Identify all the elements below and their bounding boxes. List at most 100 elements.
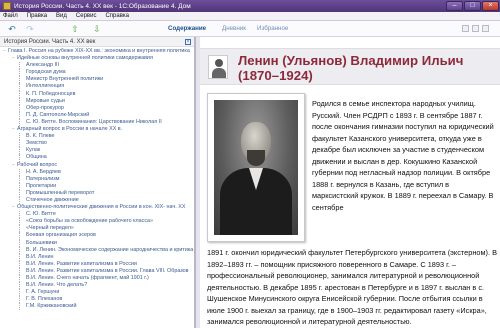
tree-item-label: Мировые судьи	[26, 97, 65, 104]
tree-item[interactable]: Большевики	[0, 239, 194, 247]
menu-view[interactable]: Вид	[56, 13, 67, 19]
tree-item-label: Стачечное движение	[26, 196, 79, 203]
menu-file[interactable]: Файл	[3, 13, 18, 19]
tree-item-label: Министр Внутренней политики	[26, 76, 104, 83]
back-arrow-icon[interactable]: ↶	[7, 24, 17, 34]
tree-item[interactable]: − Глава I. Россия на рубеже XIX-XX вв.: э…	[0, 48, 194, 55]
article-text-body: 1891 г. окончил юридический факультет Пе…	[207, 248, 497, 326]
tree-item-label: В.И. Ленин. Счего начать (фрагмент, май …	[26, 275, 149, 281]
tree-item[interactable]: Г. А. Гершуни	[0, 289, 194, 297]
tree-item-label: Большевики	[26, 239, 57, 246]
tree-item[interactable]: С. Ю. Витте. Воспоминания: Царствование …	[0, 118, 194, 127]
tree-item[interactable]: − Аграрный вопрос в России в начале XX в.	[0, 126, 194, 133]
tree-item[interactable]: В. К. Плеве	[0, 133, 194, 141]
tree-item[interactable]: Промышленный переворот	[0, 189, 194, 197]
settings-icon[interactable]	[482, 25, 489, 32]
tree-item[interactable]: Боевая организация эсеров	[0, 232, 194, 240]
forward-arrow-icon[interactable]: ↷	[25, 24, 35, 34]
menu-edit[interactable]: Правка	[27, 13, 47, 19]
tree-item-label: В. И. Ленин. Экономическое содержание на…	[26, 246, 194, 253]
app-icon	[3, 2, 11, 10]
tree-item-label: Общественно-политические движения в Росс…	[17, 204, 186, 211]
tree-item-label: Промышленный переворот	[26, 189, 95, 196]
tree-item-label: С. Ю. Витте. Воспоминания: Царствование …	[26, 118, 162, 125]
tree-item[interactable]: В. И. Ленин. Экономическое содержание на…	[0, 246, 194, 254]
article-text-intro: Родился в семье инспектора народных учил…	[312, 99, 494, 212]
tree-item[interactable]: − Общественно-политические движения в Рос…	[0, 204, 194, 211]
tree-item[interactable]: В.И. Ленин	[0, 253, 194, 261]
tree-item[interactable]: Мировые судьи	[0, 97, 194, 105]
tree-item[interactable]: П. Д. Святополк-Мирский	[0, 111, 194, 119]
close-icon[interactable]: ×	[185, 39, 191, 45]
tree-item[interactable]: В.И. Ленин. Развитие капитализма в Росси…	[0, 267, 194, 275]
tree-item-label: Боевая организация эсеров	[26, 232, 96, 239]
close-button[interactable]: ×	[482, 1, 499, 11]
tree-item-label: «Союз борьбы за освобождение рабочего кл…	[26, 218, 154, 225]
tree-item[interactable]: Министр Внутренней политики	[0, 76, 194, 84]
tree-item-label: Рабочий вопрос	[17, 161, 58, 168]
tree-item[interactable]: Городская дума	[0, 69, 194, 77]
tree-item-label: «Черный передел»	[26, 225, 74, 232]
tree-item-label: В.И. Ленин	[26, 253, 54, 260]
tree-item-label: В.И. Ленин. Что делать?	[26, 282, 88, 289]
contents-tree: − Глава I. Россия на рубеже XIX-XX вв.: э…	[0, 47, 194, 311]
tree-item-label: Г.М. Кржижановский	[26, 303, 77, 310]
sidebar-header: История России. Часть 4. XX век ×	[0, 37, 194, 47]
window-title: История России. Часть 4. XX век - 1С:Обр…	[14, 2, 191, 10]
menu-bar: Файл Правка Вид Сервис Справка	[0, 12, 500, 21]
tree-item[interactable]: Александр III	[0, 62, 194, 70]
tree-item-label: Г. В. Плеханов	[26, 296, 63, 303]
tree-item[interactable]: Кулак	[0, 147, 194, 155]
tab-contents[interactable]: Содержание	[168, 25, 206, 32]
tree-item[interactable]: Н. А. Бердяев	[0, 168, 194, 176]
tree-item[interactable]: Г.М. Кржижановский	[0, 303, 194, 311]
tree-item-label: Земство	[26, 140, 47, 147]
tree-item[interactable]: «Союз борьбы за освобождение рабочего кл…	[0, 218, 194, 226]
tree-item-label: Глава I. Россия на рубеже XIX-XX вв.: эк…	[8, 48, 190, 54]
article-pane: Ленин (Ульянов) Владимир Ильич (1870–192…	[200, 37, 500, 328]
tree-item-label: Община	[26, 154, 47, 161]
tree-item[interactable]: С. Ю. Витте	[0, 211, 194, 219]
down-arrow-icon[interactable]: ⇩	[92, 24, 102, 34]
tree-item[interactable]: Интеллигенция	[0, 83, 194, 91]
title-bar: История России. Часть 4. XX век - 1С:Обр…	[0, 0, 500, 12]
tree-item[interactable]: В.И. Ленин. Что делать?	[0, 282, 194, 290]
tree-item-label: Идейные основы внутренней политики самод…	[17, 55, 153, 62]
minimize-button[interactable]: –	[446, 1, 463, 11]
tree-item-label: С. Ю. Витте	[26, 211, 56, 218]
tree-item[interactable]: Земство	[0, 140, 194, 148]
tree-item[interactable]: В.И. Ленин. Развитие капитализма в Росси…	[0, 260, 194, 268]
tree-item[interactable]: Пролетарии	[0, 182, 194, 190]
tree-item[interactable]: − Идейные основы внутренней политики само…	[0, 55, 194, 62]
tree-item[interactable]: «Черный передел»	[0, 225, 194, 233]
maximize-button[interactable]: □	[464, 1, 481, 11]
tree-item[interactable]: Стачечное движение	[0, 196, 194, 205]
tree-item-label: К. П. Победоносцев	[26, 90, 76, 97]
tree-item[interactable]: Община	[0, 154, 194, 162]
tree-item[interactable]: Г. В. Плеханов	[0, 296, 194, 304]
tab-favorites[interactable]: Избранное	[257, 25, 288, 32]
tree-item-label: Н. А. Бердяев	[26, 168, 61, 175]
article-title: Ленин (Ульянов) Владимир Ильич (1870–192…	[238, 53, 464, 83]
tab-diary[interactable]: Дневник	[222, 25, 246, 32]
up-arrow-icon[interactable]: ⇧	[70, 24, 80, 34]
tree-item[interactable]: − Рабочий вопрос	[0, 162, 194, 169]
portrait-image	[207, 93, 305, 242]
tree-item-label: Интеллигенция	[26, 83, 65, 90]
tree-item-label: В.И. Ленин. Развитие капитализма в Росси…	[26, 260, 137, 267]
tree-item-label: В.И. Ленин. Развитие капитализма в Росси…	[26, 267, 189, 274]
layout-icon[interactable]	[462, 25, 469, 32]
tree-item[interactable]: В.И. Ленин. Счего начать (фрагмент, май …	[0, 275, 194, 283]
tree-item-label: Александр III	[26, 62, 59, 69]
tree-item-label: Аграрный вопрос в России в начале XX в.	[17, 126, 123, 133]
tree-item-label: П. Д. Святополк-Мирский	[26, 111, 90, 118]
person-icon	[208, 55, 228, 79]
tree-item[interactable]: К. П. Победоносцев	[0, 90, 194, 98]
menu-help[interactable]: Справка	[105, 13, 129, 19]
tree-item[interactable]: Патернализм	[0, 175, 194, 183]
sidebar-title: История России. Часть 4. XX век	[4, 39, 96, 45]
menu-tools[interactable]: Сервис	[76, 13, 97, 19]
tree-item-label: Кулак	[26, 147, 41, 154]
tree-item[interactable]: Обер-прокурор	[0, 104, 194, 112]
print-icon[interactable]	[472, 25, 479, 32]
